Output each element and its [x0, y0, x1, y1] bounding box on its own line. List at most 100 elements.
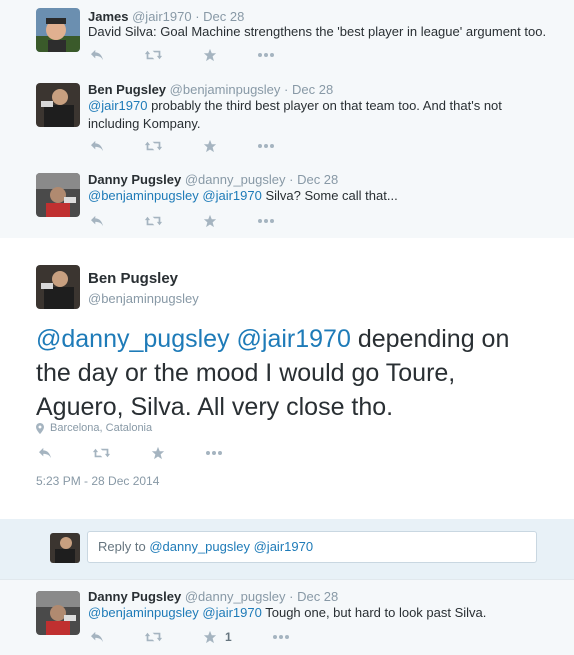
retweet-button[interactable] — [92, 447, 111, 459]
tweet-text: @benjaminpugsley @jair1970 Silva? Some c… — [88, 187, 558, 205]
tweet-text-body: Silva? Some call that... — [265, 188, 398, 203]
author-handle[interactable]: @jair1970 — [132, 9, 191, 24]
mention-link[interactable]: @danny_pugsley — [36, 325, 230, 353]
more-button[interactable] — [257, 218, 275, 224]
reply-button[interactable] — [90, 215, 104, 227]
mention-link[interactable]: @jair1970 — [202, 188, 261, 203]
mention-link[interactable]: @benjaminpugsley — [88, 605, 199, 620]
user-avatar — [50, 533, 80, 563]
reply-button[interactable] — [90, 140, 104, 152]
mention-link[interactable]: @jair1970 — [88, 98, 147, 113]
retweet-button[interactable] — [144, 49, 163, 61]
reply-icon — [90, 215, 104, 227]
tweet-actions — [90, 138, 315, 154]
location-label: Barcelona, Catalonia — [50, 422, 153, 434]
tweet-date[interactable]: Dec 28 — [292, 82, 333, 97]
tweet-header: James @jair1970 · Dec 28 — [88, 9, 244, 24]
retweet-icon — [144, 631, 163, 643]
tweet-header: Danny Pugsley @danny_pugsley · Dec 28 — [88, 172, 338, 187]
tweet-james[interactable]: James @jair1970 · Dec 28 David Silva: Go… — [0, 0, 574, 73]
danny-avatar[interactable] — [36, 591, 80, 635]
main-tweet-text-part1: depending on — [357, 325, 510, 353]
retweet-icon — [92, 447, 111, 459]
tweet-text-line1: probably the third best player on that t… — [151, 98, 502, 113]
tweet-text: David Silva: Goal Machine strengthens th… — [88, 24, 547, 39]
tweet-danny-reply[interactable]: Danny Pugsley @danny_pugsley · Dec 28 @b… — [0, 580, 574, 655]
tweet-text-body: Tough one, but hard to look past Silva. — [265, 605, 487, 620]
tweet-date[interactable]: Dec 28 — [203, 9, 244, 24]
more-icon — [257, 143, 275, 149]
author-handle[interactable]: @danny_pugsley — [185, 172, 286, 187]
tweet-header: Danny Pugsley @danny_pugsley · Dec 28 — [88, 589, 338, 604]
author-name[interactable]: Ben Pugsley — [88, 270, 178, 287]
more-icon — [205, 450, 223, 456]
favorite-button[interactable] — [203, 214, 217, 228]
ben-avatar[interactable] — [36, 83, 80, 127]
tweet-location[interactable]: Barcelona, Catalonia — [36, 422, 152, 434]
author-name[interactable]: Danny Pugsley — [88, 172, 181, 187]
author-handle[interactable]: @danny_pugsley — [185, 589, 286, 604]
separator-dot: · — [289, 172, 294, 187]
reply-mention: @danny_pugsley — [149, 539, 250, 554]
reply-icon — [90, 49, 104, 61]
favorite-button[interactable] — [151, 446, 165, 460]
tweet-text-line2: including Kompany. — [88, 116, 201, 131]
tweet-timestamp[interactable]: 5:23 PM - 28 Dec 2014 — [36, 474, 159, 488]
tweet-danny[interactable]: Danny Pugsley @danny_pugsley · Dec 28 @b… — [0, 162, 574, 239]
reply-icon — [90, 631, 104, 643]
reply-button[interactable] — [38, 447, 52, 459]
favorite-icon — [203, 48, 217, 62]
main-tweet-text-line3: Aguero, Silva. All very close tho. — [36, 393, 394, 421]
retweet-button[interactable] — [144, 140, 163, 152]
more-icon — [257, 52, 275, 58]
author-handle[interactable]: @benjaminpugsley — [88, 291, 199, 306]
more-button[interactable] — [272, 634, 290, 640]
author-handle[interactable]: @benjaminpugsley — [170, 82, 281, 97]
main-tweet-text-line2: the day or the mood I would go Toure, — [36, 359, 456, 387]
main-tweet-actions — [38, 446, 263, 460]
location-pin-icon — [36, 422, 44, 434]
retweet-icon — [144, 140, 163, 152]
retweet-icon — [144, 49, 163, 61]
james-avatar[interactable] — [36, 8, 80, 52]
favorite-button[interactable]: 1 — [203, 630, 232, 644]
author-name[interactable]: James — [88, 9, 128, 24]
tweet-header: Ben Pugsley @benjaminpugsley · Dec 28 — [88, 82, 333, 97]
reply-button[interactable] — [90, 631, 104, 643]
tweet-actions — [90, 47, 315, 63]
reply-icon — [90, 140, 104, 152]
author-name[interactable]: Danny Pugsley — [88, 589, 181, 604]
reply-button[interactable] — [90, 49, 104, 61]
retweet-button[interactable] — [144, 631, 163, 643]
reply-input[interactable]: Reply to @danny_pugsley @jair1970 — [87, 531, 537, 563]
tweet-text: @benjaminpugsley @jair1970 Tough one, bu… — [88, 604, 558, 622]
tweet-actions: 1 — [90, 629, 330, 645]
author-name[interactable]: Ben Pugsley — [88, 82, 166, 97]
tweet-ben[interactable]: Ben Pugsley @benjaminpugsley · Dec 28 @j… — [0, 72, 574, 163]
tweet-date[interactable]: Dec 28 — [297, 589, 338, 604]
ben-avatar[interactable] — [36, 265, 80, 309]
main-tweet: Ben Pugsley @benjaminpugsley @danny_pugs… — [0, 238, 574, 520]
favorite-icon — [203, 139, 217, 153]
tweet-date[interactable]: Dec 28 — [297, 172, 338, 187]
favorite-icon — [203, 630, 217, 644]
reply-mention: @jair1970 — [253, 539, 314, 554]
mention-link[interactable]: @jair1970 — [237, 325, 351, 353]
more-button[interactable] — [257, 52, 275, 58]
more-icon — [257, 218, 275, 224]
mention-link[interactable]: @jair1970 — [202, 605, 261, 620]
favorite-icon — [151, 446, 165, 460]
favorite-button[interactable] — [203, 139, 217, 153]
separator-dot: · — [289, 589, 294, 604]
retweet-icon — [144, 215, 163, 227]
more-button[interactable] — [205, 450, 223, 456]
danny-avatar[interactable] — [36, 173, 80, 217]
reply-prefix: Reply to — [98, 539, 146, 554]
mention-link[interactable]: @benjaminpugsley — [88, 188, 199, 203]
separator-dot: · — [284, 82, 289, 97]
retweet-button[interactable] — [144, 215, 163, 227]
reply-composer: Reply to @danny_pugsley @jair1970 — [0, 519, 574, 580]
favorite-button[interactable] — [203, 48, 217, 62]
more-button[interactable] — [257, 143, 275, 149]
main-tweet-text: @danny_pugsley @jair1970 depending on th… — [36, 322, 546, 424]
